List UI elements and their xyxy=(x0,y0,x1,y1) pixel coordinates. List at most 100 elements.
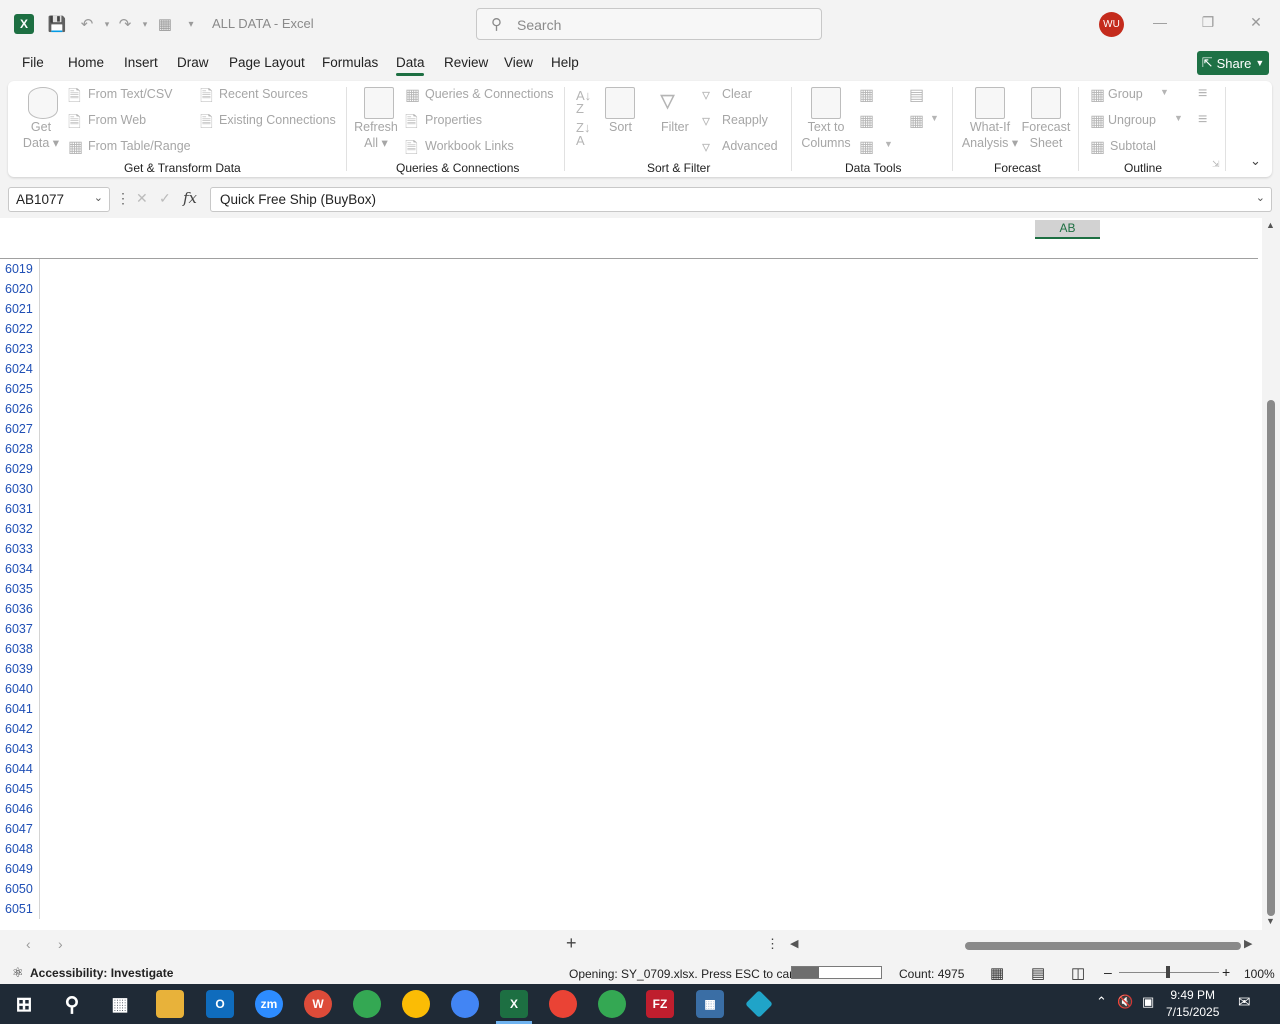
row-header[interactable]: 6043 xyxy=(0,739,40,759)
tab-home[interactable]: Home xyxy=(68,55,104,70)
row-header[interactable]: 6034 xyxy=(0,559,40,579)
vertical-scrollbar[interactable]: ▲ ▼ xyxy=(1262,218,1280,930)
row-header[interactable]: 6024 xyxy=(0,359,40,379)
insert-function-icon[interactable]: fx xyxy=(183,189,197,207)
row-header[interactable]: 6036 xyxy=(0,599,40,619)
chrome-profile-icon[interactable]: W xyxy=(304,990,332,1018)
reapply-button[interactable]: Reapply xyxy=(722,113,768,127)
ungroup-button[interactable]: Ungroup xyxy=(1108,113,1156,127)
chevron-down-icon[interactable]: ▼ xyxy=(884,139,893,149)
horizontal-scroll-thumb[interactable] xyxy=(965,942,1241,950)
row-header[interactable]: 6031 xyxy=(0,499,40,519)
forecast-sheet-button[interactable]: Forecast Sheet xyxy=(1020,119,1072,151)
row-header[interactable]: 6050 xyxy=(0,879,40,899)
tab-page-layout[interactable]: Page Layout xyxy=(229,55,305,70)
restore-icon[interactable]: ❐ xyxy=(1198,14,1218,34)
undo-icon[interactable]: ↶ xyxy=(76,13,98,35)
chrome-icon[interactable] xyxy=(353,990,381,1018)
queries-connections-button[interactable]: Queries & Connections xyxy=(425,87,554,101)
from-table-range-button[interactable]: From Table/Range xyxy=(88,139,191,153)
row-header[interactable]: 6022 xyxy=(0,319,40,339)
properties-button[interactable]: Properties xyxy=(425,113,482,127)
show-detail-icon[interactable]: ≡ xyxy=(1198,85,1207,103)
page-layout-view-icon[interactable]: ▤ xyxy=(1031,964,1045,982)
text-to-columns-button[interactable]: Text to Columns xyxy=(798,119,854,151)
outlook-icon[interactable]: O xyxy=(206,990,234,1018)
row-header[interactable]: 6045 xyxy=(0,779,40,799)
calculator-icon[interactable]: ▦ xyxy=(696,990,724,1018)
row-header[interactable]: 6033 xyxy=(0,539,40,559)
save-icon[interactable]: 💾 xyxy=(46,13,68,35)
name-box[interactable]: AB1077 ⌄ xyxy=(8,187,110,212)
scroll-right-icon[interactable]: ▶ xyxy=(1244,937,1252,950)
advanced-button[interactable]: Advanced xyxy=(722,139,778,153)
what-if-analysis-button[interactable]: What-If Analysis ▾ xyxy=(960,119,1020,151)
subtotal-button[interactable]: Subtotal xyxy=(1110,139,1156,153)
page-break-view-icon[interactable]: ◫ xyxy=(1071,964,1085,982)
zoom-app-icon[interactable]: zm xyxy=(255,990,283,1018)
cancel-icon[interactable]: ✕ xyxy=(136,190,148,207)
chevron-down-icon[interactable]: ⌄ xyxy=(94,191,103,204)
row-header[interactable]: 6025 xyxy=(0,379,40,399)
scroll-down-icon[interactable]: ▼ xyxy=(1266,916,1275,926)
refresh-all-button[interactable]: Refresh All ▾ xyxy=(354,119,398,151)
consolidate-icon[interactable]: ▤ xyxy=(909,85,924,105)
from-web-button[interactable]: From Web xyxy=(88,113,146,127)
zoom-slider-thumb[interactable] xyxy=(1166,966,1170,978)
row-header[interactable]: 6041 xyxy=(0,699,40,719)
avatar[interactable]: WU xyxy=(1099,12,1124,37)
vertical-scroll-thumb[interactable] xyxy=(1267,400,1275,916)
row-header[interactable]: 6048 xyxy=(0,839,40,859)
row-header[interactable]: 6047 xyxy=(0,819,40,839)
expand-formula-icon[interactable]: ⌄ xyxy=(1256,191,1265,204)
more-options-icon[interactable]: ⋮ xyxy=(116,190,130,207)
network-icon[interactable]: ▣ xyxy=(1142,994,1154,1010)
notifications-icon[interactable]: ✉ xyxy=(1238,993,1251,1011)
zoom-level[interactable]: 100% xyxy=(1244,967,1275,981)
row-header[interactable]: 6035 xyxy=(0,579,40,599)
row-header[interactable]: 6030 xyxy=(0,479,40,499)
chrome-icon[interactable] xyxy=(598,990,626,1018)
tab-help[interactable]: Help xyxy=(551,55,579,70)
filezilla-icon[interactable]: FZ xyxy=(646,990,674,1018)
relationships-icon[interactable]: ▦ xyxy=(909,111,924,131)
chevron-down-icon[interactable]: ▼ xyxy=(1174,113,1183,123)
zoom-out-icon[interactable]: – xyxy=(1104,964,1112,980)
chrome-icon[interactable] xyxy=(549,990,577,1018)
tab-formulas[interactable]: Formulas xyxy=(322,55,378,70)
worksheet-grid[interactable]: AB 6019 6020 6021 6022 6023 6024 6025 6026 6027 6… xyxy=(0,218,1262,930)
add-sheet-icon[interactable]: + xyxy=(566,933,577,954)
redo-icon[interactable]: ↷ xyxy=(114,13,136,35)
zoom-in-icon[interactable]: + xyxy=(1222,964,1230,980)
search-input[interactable]: ⚲ Search xyxy=(476,8,822,40)
taskbar-search-icon[interactable]: ⚲ xyxy=(58,990,86,1018)
redo-dropdown-icon[interactable]: ▾ xyxy=(134,13,156,35)
tab-draw[interactable]: Draw xyxy=(177,55,209,70)
sort-ascending-icon[interactable]: A↓ Z xyxy=(576,89,591,115)
more-icon[interactable]: ⋮ xyxy=(766,936,779,952)
app-diamond-icon[interactable] xyxy=(745,990,773,1018)
row-header[interactable]: 6020 xyxy=(0,279,40,299)
row-header[interactable]: 6028 xyxy=(0,439,40,459)
chevron-down-icon[interactable]: ▼ xyxy=(1160,87,1169,97)
prev-sheet-icon[interactable]: ‹ xyxy=(26,936,31,952)
row-header[interactable]: 6029 xyxy=(0,459,40,479)
row-header[interactable]: 6051 xyxy=(0,899,40,919)
row-header[interactable]: 6027 xyxy=(0,419,40,439)
close-icon[interactable]: ✕ xyxy=(1246,14,1266,34)
scroll-up-icon[interactable]: ▲ xyxy=(1266,220,1275,230)
column-header-ab[interactable]: AB xyxy=(1035,220,1100,239)
row-header[interactable]: 6040 xyxy=(0,679,40,699)
minimize-icon[interactable]: — xyxy=(1150,14,1170,34)
existing-connections-button[interactable]: Existing Connections xyxy=(219,113,336,127)
tab-review[interactable]: Review xyxy=(444,55,488,70)
chevron-up-icon[interactable]: ⌃ xyxy=(1096,994,1107,1010)
accessibility-icon[interactable]: ⚛ xyxy=(12,965,24,981)
tab-file[interactable]: File xyxy=(22,55,44,70)
enter-icon[interactable]: ✓ xyxy=(159,190,171,207)
share-button[interactable]: ⇱ Share ▼ xyxy=(1197,51,1269,75)
file-explorer-icon[interactable] xyxy=(156,990,184,1018)
from-text-csv-button[interactable]: From Text/CSV xyxy=(88,87,173,101)
data-validation-icon[interactable]: ▦ xyxy=(859,137,874,157)
get-data-button[interactable]: Get Data ▾ xyxy=(22,119,60,151)
